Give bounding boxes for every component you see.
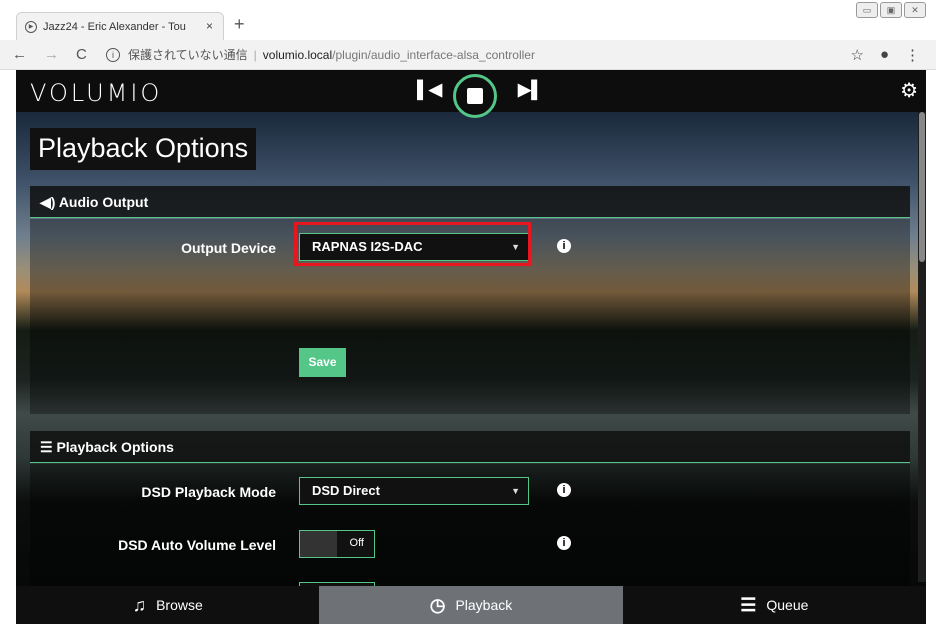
- play-favicon-icon: ▶: [25, 20, 37, 33]
- site-info-icon[interactable]: i: [106, 47, 120, 62]
- toggle-state: Off: [349, 537, 364, 549]
- queue-tab[interactable]: ☰ Queue: [623, 586, 926, 624]
- browser-tab-strip: ▶ Jazz24 - Eric Alexander - Tou × + ▭ ▣ …: [0, 0, 936, 40]
- audio-output-header: ◀) Audio Output: [30, 186, 910, 218]
- new-tab-button[interactable]: +: [234, 14, 245, 35]
- tab-title: Jazz24 - Eric Alexander - Tou: [43, 20, 186, 33]
- reload-icon[interactable]: C: [76, 46, 96, 63]
- url-host: volumio.local: [262, 47, 333, 62]
- list-icon: ☰: [740, 594, 757, 615]
- previous-track-icon[interactable]: ▌◀: [417, 80, 442, 100]
- forward-icon[interactable]: →: [44, 46, 64, 63]
- dsd-auto-volume-toggle[interactable]: Off: [299, 530, 375, 558]
- dsd-mode-select[interactable]: DSD Direct ▼: [299, 477, 529, 505]
- url-path: /plugin/audio_interface-alsa_controller: [332, 47, 535, 62]
- save-button[interactable]: Save: [299, 348, 346, 377]
- music-note-icon: ♫: [132, 594, 147, 615]
- sliders-icon: ☰: [40, 439, 53, 455]
- output-device-label: Output Device: [181, 240, 276, 256]
- section-title: Playback Options: [56, 439, 174, 455]
- security-status[interactable]: 保護されていない通信: [128, 46, 248, 63]
- scrollbar[interactable]: [918, 112, 926, 582]
- minimize-button[interactable]: ▭: [856, 2, 878, 18]
- playback-label: Playback: [455, 597, 513, 613]
- dsd-mode-label: DSD Playback Mode: [141, 484, 276, 500]
- volumio-logo[interactable]: VOLUMIO: [30, 79, 162, 107]
- info-icon[interactable]: i: [557, 483, 571, 497]
- bottom-nav: ♫ Browse ◷ Playback ☰ Queue: [16, 586, 926, 624]
- dsd-auto-volume-label: DSD Auto Volume Level: [118, 537, 276, 553]
- highlight-box: [294, 222, 531, 266]
- stop-icon: [467, 88, 483, 104]
- bookmark-star-icon[interactable]: ☆: [850, 46, 863, 64]
- section-title: Audio Output: [58, 194, 149, 210]
- chevron-down-icon: ▼: [511, 486, 520, 496]
- maximize-button[interactable]: ▣: [880, 2, 902, 18]
- scrollbar-thumb[interactable]: [919, 112, 925, 262]
- profile-icon[interactable]: ●: [880, 46, 889, 64]
- gear-icon[interactable]: ⚙: [900, 78, 918, 103]
- queue-label: Queue: [766, 597, 809, 613]
- browse-tab[interactable]: ♫ Browse: [16, 586, 319, 624]
- url-field[interactable]: volumio.local/plugin/audio_interface-als…: [263, 48, 535, 62]
- clock-icon: ◷: [429, 594, 446, 615]
- browser-tab[interactable]: ▶ Jazz24 - Eric Alexander - Tou ×: [16, 12, 224, 40]
- browse-label: Browse: [156, 597, 203, 613]
- tab-close-icon[interactable]: ×: [206, 19, 213, 33]
- next-track-icon[interactable]: ▶▌: [518, 80, 543, 100]
- page-title: Playback Options: [30, 128, 257, 170]
- speaker-icon: ◀): [40, 194, 56, 210]
- toggle-knob: [300, 531, 337, 557]
- close-window-button[interactable]: ✕: [904, 2, 926, 18]
- window-controls: ▭ ▣ ✕: [856, 2, 926, 18]
- playback-tab[interactable]: ◷ Playback: [319, 586, 623, 624]
- volumio-app: VOLUMIO ▌◀ ▶▌ ⚙ Playback Options ◀) Audi…: [16, 70, 926, 624]
- address-bar: ← → C i 保護されていない通信 | volumio.local/plugi…: [0, 40, 936, 70]
- playback-options-header: ☰ Playback Options: [30, 431, 910, 463]
- back-icon[interactable]: ←: [12, 46, 32, 63]
- menu-kebab-icon[interactable]: ⋮: [905, 46, 920, 64]
- info-icon[interactable]: i: [557, 536, 571, 550]
- stop-button[interactable]: [453, 74, 497, 118]
- divider: |: [253, 47, 257, 62]
- dsd-mode-value: DSD Direct: [312, 483, 380, 498]
- info-icon[interactable]: i: [557, 239, 571, 253]
